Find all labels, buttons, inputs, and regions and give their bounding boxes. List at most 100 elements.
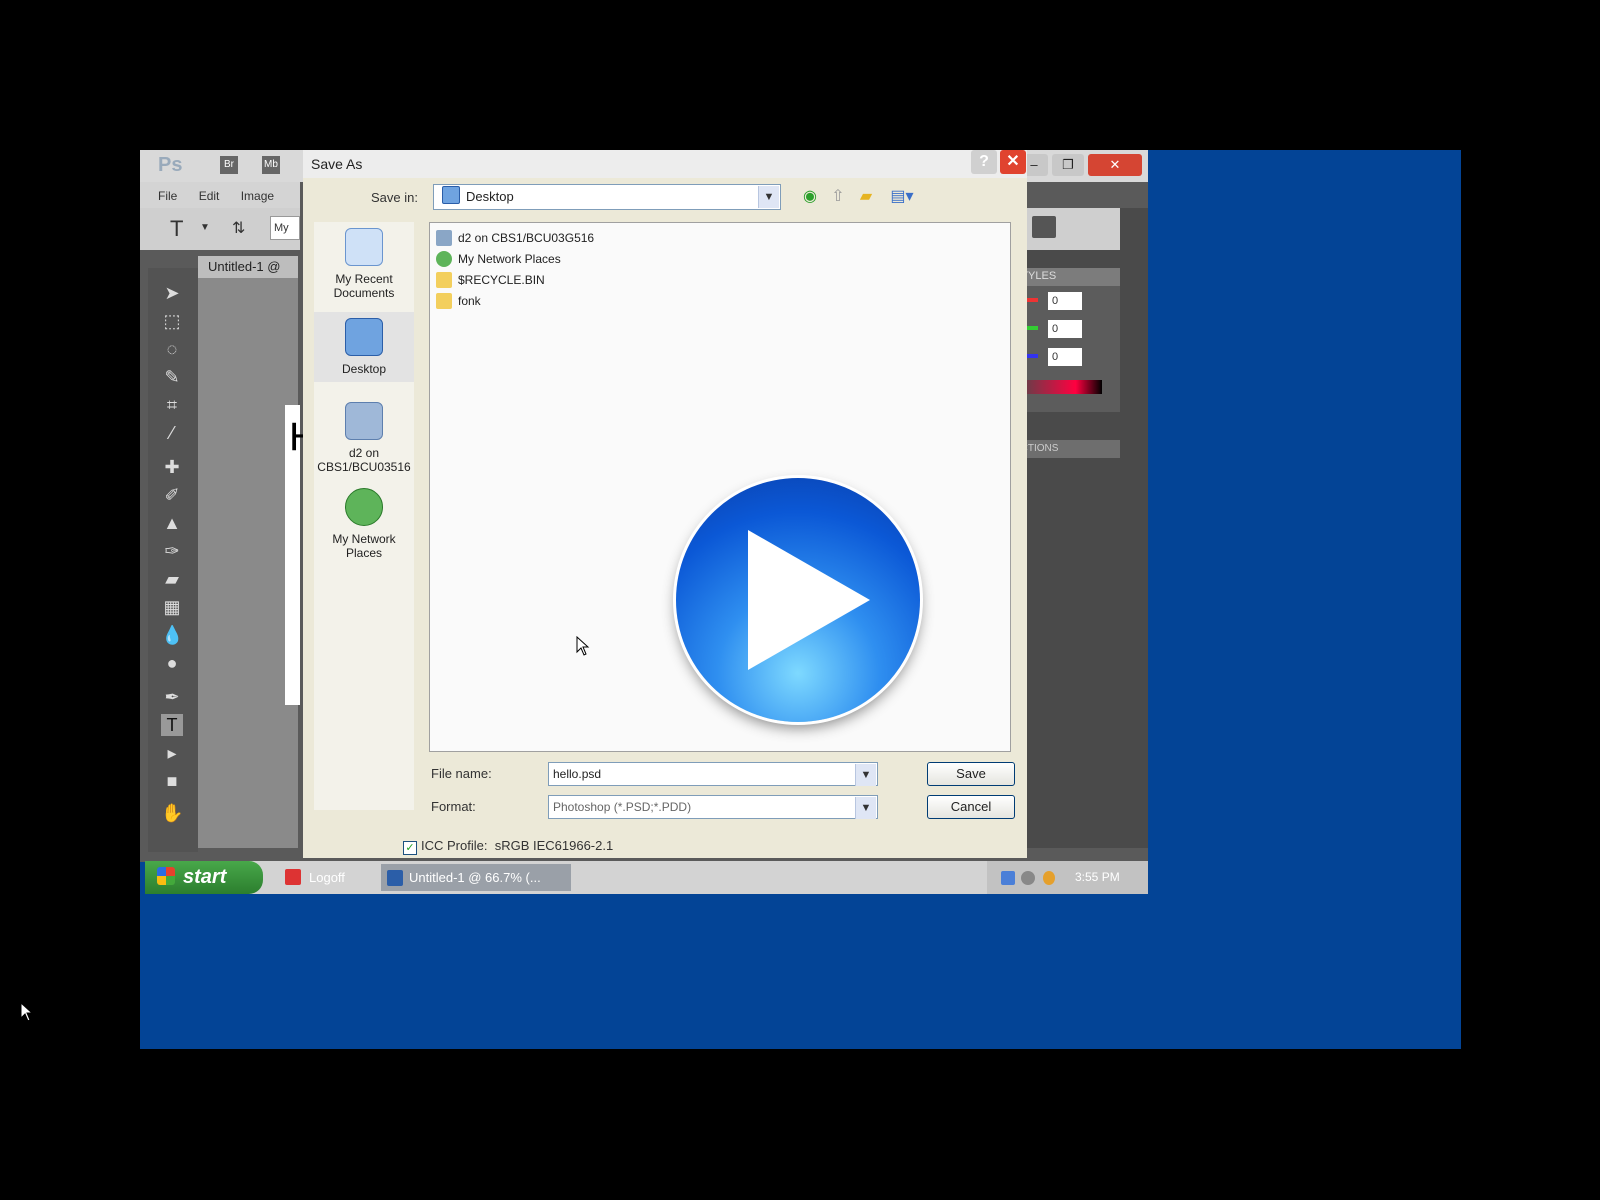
list-item[interactable]: d2 on CBS1/BCU03G516 [436,229,594,247]
lasso-tool-icon[interactable]: ◌ [161,338,183,360]
chevron-down-icon[interactable]: ▼ [855,797,876,819]
taskbar-item-photoshop[interactable]: Untitled-1 @ 66.7% (... [381,864,571,891]
shape-tool-icon[interactable]: ■ [161,770,183,792]
desktop-icon [442,186,460,204]
move-tool-icon[interactable]: ➤ [161,282,183,304]
place-network-places[interactable]: My Network Places [314,488,414,560]
file-name-value: hello.psd [553,767,602,781]
mouse-cursor-icon [576,635,590,661]
place-desktop[interactable]: Desktop [314,312,414,382]
recent-documents-icon [345,228,383,266]
chevron-down-icon[interactable]: ▼ [855,764,876,786]
list-item[interactable]: fonk [436,292,481,310]
place-label: d2 on CBS1/BCU03516 [317,446,411,474]
save-in-value: Desktop [466,189,514,204]
taskbar-item-logoff[interactable]: Logoff [281,864,373,891]
chevron-down-icon[interactable]: ▼ [758,186,779,208]
photoshop-window-controls: – ❐ ✕ [1020,154,1144,178]
file-name: d2 on CBS1/BCU03G516 [458,231,595,245]
format-dropdown[interactable]: Photoshop (*.PSD;*.PDD) ▼ [548,795,878,819]
network-tray-icon[interactable] [1001,871,1015,885]
save-in-dropdown[interactable]: Desktop ▼ [433,184,781,210]
icc-checkbox[interactable]: ✓ [403,841,417,855]
dialog-title: Save As [311,156,363,172]
document-tab-label: Untitled-1 @ [208,259,281,274]
volume-tray-icon[interactable] [1021,871,1035,885]
text-orientation-icon[interactable]: ⇅ [232,218,245,238]
tools-panel: ➤ ⬚ ◌ ✎ ⌗ ⁄ ✚ ✐ ▲ ✑ ▰ ▦ 💧 ● ✒ T ▸ ■ ✋ [148,268,198,852]
blur-tool-icon[interactable]: 💧 [161,624,183,646]
hand-tool-icon[interactable]: ✋ [161,802,183,824]
help-button[interactable]: ? [971,150,997,174]
path-select-tool-icon[interactable]: ▸ [161,742,183,764]
healing-brush-tool-icon[interactable]: ✚ [161,456,183,478]
history-brush-tool-icon[interactable]: ✑ [161,540,183,562]
network-places-icon [345,488,383,526]
place-label: My Network Places [332,532,396,560]
photoshop-icon [387,870,403,886]
color-spectrum[interactable] [1014,380,1102,394]
dialog-close-button[interactable]: ✕ [1000,150,1026,174]
crop-tool-icon[interactable]: ⌗ [161,394,183,416]
menu-edit[interactable]: Edit [199,189,220,203]
eraser-tool-icon[interactable]: ▰ [161,568,183,590]
views-menu-icon[interactable]: ▤▾ [887,186,917,208]
close-button[interactable]: ✕ [1088,154,1142,176]
eyedropper-tool-icon[interactable]: ⁄ [161,422,183,444]
security-tray-icon[interactable] [1043,871,1055,885]
bridge-button[interactable]: Br [220,156,238,174]
canvas-area[interactable] [198,278,298,848]
font-family-field[interactable]: My [270,216,300,240]
gradient-tool-icon[interactable]: ▦ [161,596,183,618]
file-name: fonk [458,294,481,308]
cancel-button[interactable]: Cancel [927,795,1015,819]
play-icon [748,530,870,670]
taskbar-item-label: Untitled-1 @ 66.7% (... [409,870,541,885]
tool-preset-dropdown-icon[interactable]: ▼ [200,222,210,233]
new-folder-icon[interactable]: ▰ [855,186,877,208]
document-canvas[interactable]: H [285,405,318,705]
logoff-icon [285,869,301,885]
red-value[interactable]: 0 [1048,292,1082,310]
workspace-icon[interactable] [1032,216,1056,238]
blue-value[interactable]: 0 [1048,348,1082,366]
file-name-field[interactable]: hello.psd ▼ [548,762,878,786]
place-label: Desktop [341,362,387,376]
place-network-drive[interactable]: d2 on CBS1/BCU03516 [314,402,414,474]
quick-select-tool-icon[interactable]: ✎ [161,366,183,388]
folder-icon [436,272,452,288]
mini-bridge-button[interactable]: Mb [262,156,280,174]
menu-file[interactable]: File [158,189,177,203]
icc-profile-option[interactable]: ✓ ICC Profile: sRGB IEC61966-2.1 [403,838,613,855]
desktop-icon [345,318,383,356]
file-name-label: File name: [431,766,492,781]
place-recent-documents[interactable]: My Recent Documents [314,228,414,300]
document-tab[interactable]: Untitled-1 @ [198,256,298,278]
folder-icon [436,293,452,309]
green-value[interactable]: 0 [1048,320,1082,338]
taskbar-item-label: Logoff [309,870,345,885]
restore-button[interactable]: ❐ [1052,154,1084,176]
icc-value: sRGB IEC61966-2.1 [494,838,614,853]
type-tool-icon[interactable]: T [170,216,183,242]
clone-stamp-tool-icon[interactable]: ▲ [161,512,183,534]
save-as-dialog: Save As ? ✕ Save in: Desktop ▼ ◉ ⇧ ▰ ▤▾ … [303,150,1027,858]
dodge-tool-icon[interactable]: ● [161,652,183,674]
save-button[interactable]: Save [927,762,1015,786]
drive-icon [436,230,452,246]
menu-image[interactable]: Image [241,189,274,203]
icc-label: ICC Profile: [421,838,488,853]
dialog-titlebar[interactable]: Save As ? ✕ [303,150,1027,178]
start-button[interactable]: start [145,861,263,894]
up-folder-icon[interactable]: ⇧ [827,186,849,208]
back-icon[interactable]: ◉ [799,186,821,208]
marquee-tool-icon[interactable]: ⬚ [161,310,183,332]
brush-tool-icon[interactable]: ✐ [161,484,183,506]
play-button[interactable] [676,478,920,722]
pen-tool-icon[interactable]: ✒ [161,686,183,708]
list-item[interactable]: $RECYCLE.BIN [436,271,545,289]
type-tool-icon[interactable]: T [161,714,183,736]
windows-logo-icon [157,867,175,885]
photoshop-menubar: File Edit Image [140,182,300,208]
list-item[interactable]: My Network Places [436,250,561,268]
